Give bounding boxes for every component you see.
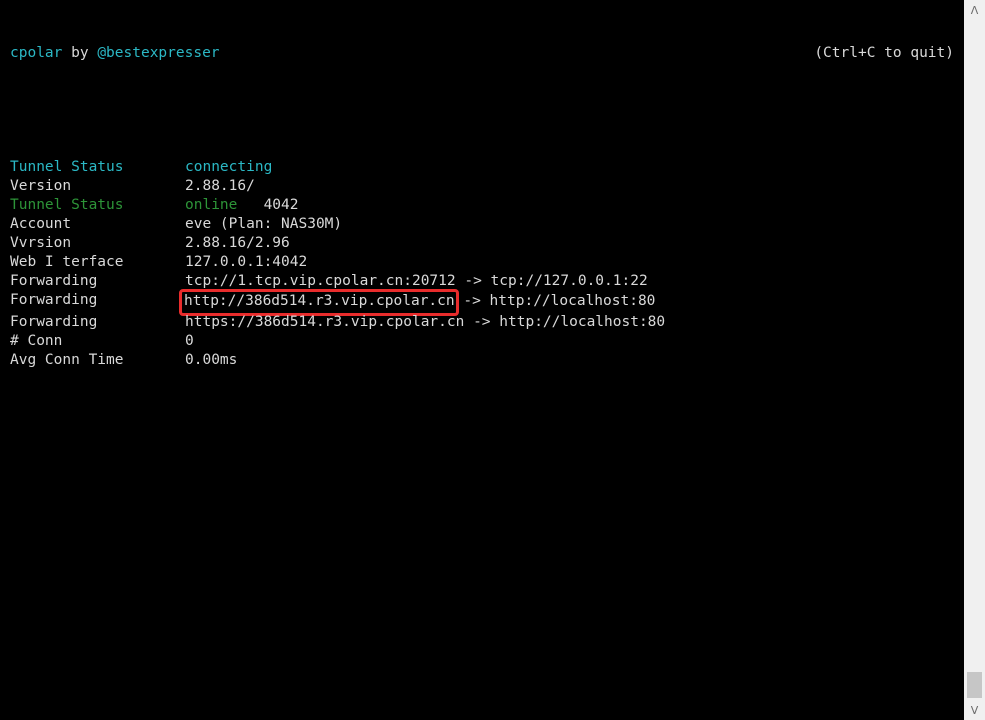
row-value: online xyxy=(185,196,237,215)
row-label: Forwarding xyxy=(10,313,185,332)
row-label: Vvrsion xyxy=(10,234,185,253)
status-row: Version2.88.16/ xyxy=(10,177,954,196)
app-title: cpolar by @bestexpresser xyxy=(10,44,220,63)
row-value: 127.0.0.1:4042 xyxy=(185,253,307,272)
row-label: Forwarding xyxy=(10,272,185,291)
status-row: # Conn0 xyxy=(10,332,954,351)
scroll-up-icon[interactable]: ᐱ xyxy=(964,0,985,20)
row-value: eve (Plan: NAS30M) xyxy=(185,215,342,234)
terminal-header: cpolar by @bestexpresser (Ctrl+C to quit… xyxy=(10,44,954,63)
status-row: Accounteve (Plan: NAS30M) xyxy=(10,215,954,234)
row-value: 2.88.16/ xyxy=(185,177,255,196)
by-text: by xyxy=(62,45,97,61)
row-value: 0.00ms xyxy=(185,351,237,370)
status-row: Avg Conn Time0.00ms xyxy=(10,351,954,370)
row-label: # Conn xyxy=(10,332,185,351)
status-row: Web I terface127.0.0.1:4042 xyxy=(10,253,954,272)
row-value: https://386d514.r3.vip.cpolar.cn -> http… xyxy=(185,313,665,332)
row-value: http://386d514.r3.vip.cpolar.cn -> http:… xyxy=(185,291,655,313)
app-container: cpolar by @bestexpresser (Ctrl+C to quit… xyxy=(0,0,985,720)
row-label: Forwarding xyxy=(10,291,185,313)
status-row: Tunnel Statusconnecting xyxy=(10,158,954,177)
row-label: Web I terface xyxy=(10,253,185,272)
status-row: Forwardingtcp://1.tcp.vip.cpolar.cn:2071… xyxy=(10,272,954,291)
scroll-down-icon[interactable]: ᐯ xyxy=(964,700,985,720)
row-label: Tunnel Status xyxy=(10,158,185,177)
row-label: Version xyxy=(10,177,185,196)
row-value-suffix: 4042 xyxy=(237,196,298,215)
row-value: 2.88.16/2.96 xyxy=(185,234,290,253)
status-row: Forwardinghttps://386d514.r3.vip.cpolar.… xyxy=(10,313,954,332)
quit-hint: (Ctrl+C to quit) xyxy=(814,44,954,63)
highlight-box: http://386d514.r3.vip.cpolar.cn xyxy=(179,289,459,316)
scroll-thumb[interactable] xyxy=(967,672,982,698)
row-value: connecting xyxy=(185,158,272,177)
row-value-suffix: -> http://localhost:80 xyxy=(455,293,656,309)
row-label: Avg Conn Time xyxy=(10,351,185,370)
scrollbar[interactable]: ᐱ ᐯ xyxy=(964,0,985,720)
row-label: Account xyxy=(10,215,185,234)
terminal-panel[interactable]: cpolar by @bestexpresser (Ctrl+C to quit… xyxy=(0,0,964,720)
row-label: Tunnel Status xyxy=(10,196,185,215)
app-name: cpolar xyxy=(10,45,62,61)
status-row: Forwardinghttp://386d514.r3.vip.cpolar.c… xyxy=(10,291,954,313)
spacer xyxy=(10,101,954,120)
author: @bestexpresser xyxy=(97,45,219,61)
status-row: Tunnel Statusonline 4042 xyxy=(10,196,954,215)
status-rows: Tunnel StatusconnectingVersion2.88.16/Tu… xyxy=(10,158,954,370)
row-value: 0 xyxy=(185,332,194,351)
status-row: Vvrsion2.88.16/2.96 xyxy=(10,234,954,253)
